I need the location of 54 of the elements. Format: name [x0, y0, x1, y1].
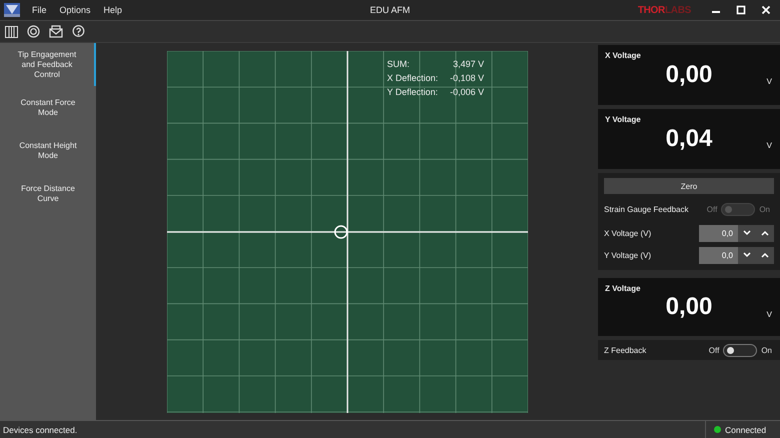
- readout-label: SUM:: [387, 59, 410, 69]
- chevron-down-icon: [743, 252, 751, 258]
- zero-button[interactable]: Zero: [604, 178, 774, 194]
- brand-logo: THORLABS: [638, 4, 691, 16]
- voltage-value: 0,04: [666, 125, 712, 153]
- voltage-value: 0,00: [666, 293, 712, 321]
- off-label: Off: [708, 346, 720, 354]
- sidebar-item[interactable]: Constant Height Mode: [0, 129, 96, 172]
- refresh-icon[interactable]: [27, 25, 40, 38]
- voltage-unit: V: [766, 77, 772, 86]
- connection-status: Connected: [725, 424, 766, 434]
- voltage-unit: V: [766, 310, 772, 319]
- spinner-label: X Voltage (V): [604, 228, 652, 238]
- sidebar-item[interactable]: Force Distance Curve: [0, 172, 96, 215]
- window-title: EDU AFM: [370, 5, 410, 15]
- status-message: Devices connected.: [3, 424, 78, 434]
- maximize-icon: [736, 5, 746, 15]
- voltage-value: 0,00: [666, 61, 712, 89]
- number-field[interactable]: 0,0: [699, 224, 738, 242]
- on-label: On: [759, 204, 770, 214]
- voltage-title: X Voltage: [605, 51, 641, 60]
- toggle-label: Z Feedback: [604, 346, 648, 354]
- decrement-button[interactable]: [738, 224, 756, 242]
- readout-label: X Deflection:: [387, 73, 438, 83]
- decrement-button[interactable]: [738, 246, 756, 264]
- toggle-label: Strain Gauge Feedback: [604, 204, 690, 214]
- readout-value: -0,108 V: [450, 73, 484, 83]
- on-label: On: [761, 346, 772, 354]
- chevron-up-icon: [761, 230, 769, 236]
- chevron-up-icon: [761, 252, 769, 258]
- mail-icon[interactable]: [49, 25, 63, 38]
- panel-grid-icon[interactable]: [5, 26, 18, 38]
- increment-button[interactable]: [756, 246, 774, 264]
- readout-value: -0,006 V: [450, 87, 484, 97]
- app-logo-icon: [4, 3, 20, 17]
- close-icon: [761, 5, 771, 15]
- sidebar-item[interactable]: Constant Force Mode: [0, 86, 96, 129]
- voltage-title: Y Voltage: [605, 115, 641, 124]
- menu-item[interactable]: Help: [104, 5, 122, 15]
- tip-position-marker: [333, 224, 349, 240]
- increment-button[interactable]: [756, 224, 774, 242]
- voltage-unit: V: [766, 141, 772, 150]
- menu-item[interactable]: Options: [60, 5, 91, 15]
- help-icon[interactable]: [72, 25, 85, 38]
- toggle-switch[interactable]: [723, 344, 758, 356]
- voltage-title: Z Voltage: [605, 284, 640, 293]
- off-label: Off: [706, 204, 718, 214]
- spinner-label: Y Voltage (V): [604, 250, 652, 260]
- number-field[interactable]: 0,0: [699, 246, 738, 264]
- chevron-down-icon: [743, 230, 751, 236]
- menu-item[interactable]: File: [32, 5, 47, 15]
- sidebar-item[interactable]: Tip Engagement and Feedback Control: [0, 43, 96, 86]
- readout-value: 3,497 V: [452, 59, 484, 69]
- readout-label: Y Deflection:: [387, 87, 438, 97]
